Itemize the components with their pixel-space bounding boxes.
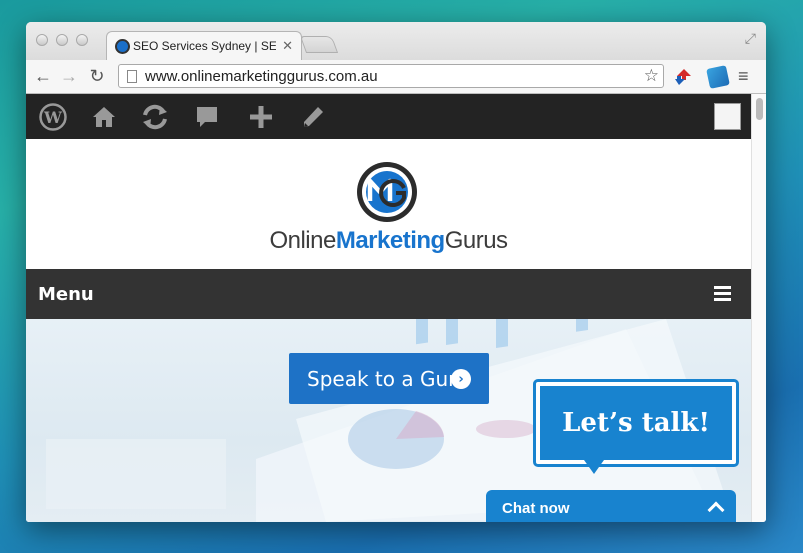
lets-talk-bubble[interactable]: Let’s talk!	[533, 379, 739, 467]
chat-now-bar[interactable]: Chat now	[486, 490, 736, 522]
hero-section: Speak to a Guru › Let’s talk! Chat now	[26, 319, 751, 522]
scrollbar-thumb[interactable]	[756, 98, 763, 120]
speech-tail	[584, 460, 604, 474]
reload-icon[interactable]: ↻	[86, 65, 108, 87]
chat-now-label: Chat now	[502, 499, 570, 517]
back-icon[interactable]: ←	[32, 65, 54, 87]
home-icon[interactable]	[89, 102, 119, 132]
pencil-icon[interactable]	[298, 102, 328, 132]
browser-toolbar: ← → ↻ www.onlinemarketinggurus.com.au ☆ …	[26, 60, 766, 94]
address-bar[interactable]: www.onlinemarketinggurus.com.au ☆	[118, 64, 664, 88]
bookmark-star-icon[interactable]: ☆	[644, 66, 659, 86]
url-text: www.onlinemarketinggurus.com.au	[145, 67, 378, 85]
logo-text-online: Online	[269, 227, 336, 254]
browser-tab[interactable]: SEO Services Sydney | SEO ✕	[106, 31, 302, 60]
lets-talk-label: Let’s talk!	[562, 408, 710, 438]
page-scrollbar[interactable]	[751, 94, 766, 522]
minimize-window-button[interactable]	[56, 34, 68, 46]
title-bar: SEO Services Sydney | SEO ✕ ⤢	[26, 22, 766, 60]
page-icon	[127, 69, 137, 83]
page-viewport: W OnlineMarketingGurus Menu Speak to a G…	[26, 94, 751, 522]
extension-arrows-icon[interactable]	[675, 68, 693, 86]
logo-text-gurus: Gurus	[444, 227, 508, 254]
svg-text:W: W	[43, 108, 63, 127]
refresh-icon[interactable]	[140, 102, 170, 132]
chevron-right-icon: ›	[451, 369, 471, 389]
chevron-up-icon[interactable]	[707, 501, 725, 519]
wordpress-icon[interactable]: W	[38, 102, 68, 132]
extension-blue-icon[interactable]	[706, 65, 730, 89]
hamburger-menu-icon[interactable]	[714, 286, 731, 301]
site-header: OnlineMarketingGurus	[26, 139, 751, 269]
menu-label[interactable]: Menu	[38, 284, 94, 305]
logo-text-marketing: Marketing	[335, 227, 445, 254]
tab-title: SEO Services Sydney | SEO	[133, 39, 277, 53]
forward-icon[interactable]: →	[58, 65, 80, 87]
plus-icon[interactable]	[246, 102, 276, 132]
chrome-menu-icon[interactable]: ≡	[738, 66, 749, 87]
site-favicon-icon	[115, 38, 130, 54]
fullscreen-icon[interactable]: ⤢	[745, 30, 756, 47]
close-window-button[interactable]	[36, 34, 48, 46]
site-logo-text[interactable]: OnlineMarketingGurus	[26, 227, 751, 255]
tab-close-icon[interactable]: ✕	[282, 38, 293, 54]
browser-window: SEO Services Sydney | SEO ✕ ⤢ ← → ↻ www.…	[26, 22, 766, 522]
site-menu-bar: Menu	[26, 269, 751, 319]
speak-to-a-guru-button[interactable]: Speak to a Guru ›	[289, 353, 489, 404]
new-tab-button[interactable]	[299, 36, 339, 53]
user-avatar[interactable]	[714, 103, 741, 130]
wp-admin-bar: W	[26, 94, 751, 139]
site-logo-icon[interactable]	[356, 161, 418, 223]
comment-icon[interactable]	[192, 102, 222, 132]
zoom-window-button[interactable]	[76, 34, 88, 46]
speak-button-label: Speak to a Guru	[307, 366, 470, 391]
